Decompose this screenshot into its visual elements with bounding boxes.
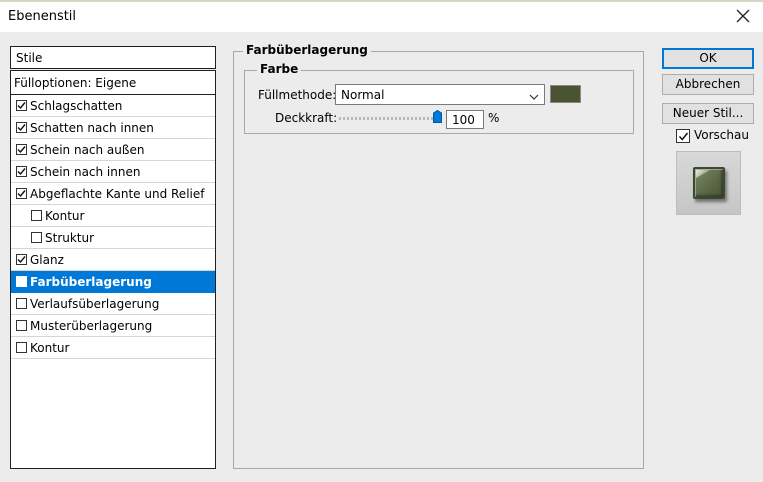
opacity-input[interactable]: 100 <box>446 110 484 129</box>
style-item[interactable]: Schein nach außen <box>11 139 215 161</box>
style-checkbox[interactable] <box>16 342 27 353</box>
checkmark-icon <box>17 124 26 132</box>
style-checkbox[interactable] <box>16 100 27 111</box>
style-item[interactable]: Schatten nach innen <box>11 117 215 139</box>
checkmark-icon <box>17 168 26 176</box>
checkmark-icon <box>678 132 688 141</box>
style-item-label: Glanz <box>30 252 64 267</box>
checkmark-icon <box>17 256 26 264</box>
style-item-label: Kontur <box>30 340 70 355</box>
opacity-slider-thumb[interactable] <box>433 109 442 123</box>
style-checkbox[interactable] <box>31 232 42 243</box>
style-item[interactable]: Abgeflachte Kante und Relief <box>11 183 215 205</box>
style-item[interactable]: Glanz <box>11 249 215 271</box>
new-style-button[interactable]: Neuer Stil... <box>662 103 754 124</box>
styles-header[interactable]: Stile <box>10 46 216 69</box>
opacity-unit: % <box>488 111 500 125</box>
color-subgroup-title: Farbe <box>257 62 302 76</box>
style-item[interactable]: Kontur <box>11 337 215 359</box>
style-item-label: Schein nach außen <box>30 142 145 157</box>
preview-label: Vorschau <box>694 128 749 142</box>
style-checkbox[interactable] <box>16 122 27 133</box>
opacity-label: Deckkraft: <box>275 111 338 125</box>
title-bar: Ebenenstil <box>0 2 763 32</box>
overlay-color-swatch[interactable] <box>550 85 581 103</box>
checkmark-icon <box>17 278 26 286</box>
opacity-slider-track[interactable] <box>339 117 437 120</box>
style-item-label: Schatten nach innen <box>30 120 154 135</box>
style-checkbox[interactable] <box>16 188 27 199</box>
style-item[interactable]: Schlagschatten <box>11 95 215 117</box>
style-item[interactable]: Farbüberlagerung <box>11 271 215 293</box>
style-checkbox[interactable] <box>16 254 27 265</box>
style-checkbox[interactable] <box>16 320 27 331</box>
style-preview-thumbnail <box>676 151 741 215</box>
window-title: Ebenenstil <box>8 9 77 24</box>
blending-options-item[interactable]: Fülloptionen: Eigene <box>11 71 215 95</box>
style-item-label: Schlagschatten <box>30 98 123 113</box>
dialog-content: Stile Fülloptionen: Eigene Schlagschatte… <box>0 32 763 482</box>
close-icon[interactable] <box>733 6 753 26</box>
preview-checkbox[interactable] <box>676 129 690 143</box>
style-item-label: Abgeflachte Kante und Relief <box>30 186 205 201</box>
style-item[interactable]: Struktur <box>11 227 215 249</box>
style-item[interactable]: Schein nach innen <box>11 161 215 183</box>
styles-list: Fülloptionen: Eigene Schlagschatten Schat… <box>10 70 216 469</box>
style-item[interactable]: Kontur <box>11 205 215 227</box>
style-item[interactable]: Musterüberlagerung <box>11 315 215 337</box>
style-item-label: Struktur <box>45 230 95 245</box>
style-checkbox[interactable] <box>16 276 27 287</box>
blend-mode-label: Füllmethode: <box>258 88 337 102</box>
cancel-button[interactable]: Abbrechen <box>662 74 754 95</box>
preview-tile <box>693 167 725 199</box>
style-item-label: Musterüberlagerung <box>30 318 153 333</box>
style-item-label: Verlaufsüberlagerung <box>30 296 160 311</box>
chevron-down-icon <box>529 90 539 100</box>
checkmark-icon <box>17 190 26 198</box>
checkmark-icon <box>17 146 26 154</box>
style-item[interactable]: Verlaufsüberlagerung <box>11 293 215 315</box>
ok-button[interactable]: OK <box>662 48 754 69</box>
style-item-label: Schein nach innen <box>30 164 141 179</box>
style-checkbox[interactable] <box>16 144 27 155</box>
style-item-label: Farbüberlagerung <box>30 274 152 289</box>
blend-mode-value: Normal <box>341 88 385 102</box>
color-overlay-title: Farbüberlagerung <box>243 43 371 57</box>
blend-mode-select[interactable]: Normal <box>335 84 545 105</box>
style-checkbox[interactable] <box>31 210 42 221</box>
style-item-label: Kontur <box>45 208 85 223</box>
checkmark-icon <box>17 102 26 110</box>
style-checkbox[interactable] <box>16 298 27 309</box>
style-checkbox[interactable] <box>16 166 27 177</box>
